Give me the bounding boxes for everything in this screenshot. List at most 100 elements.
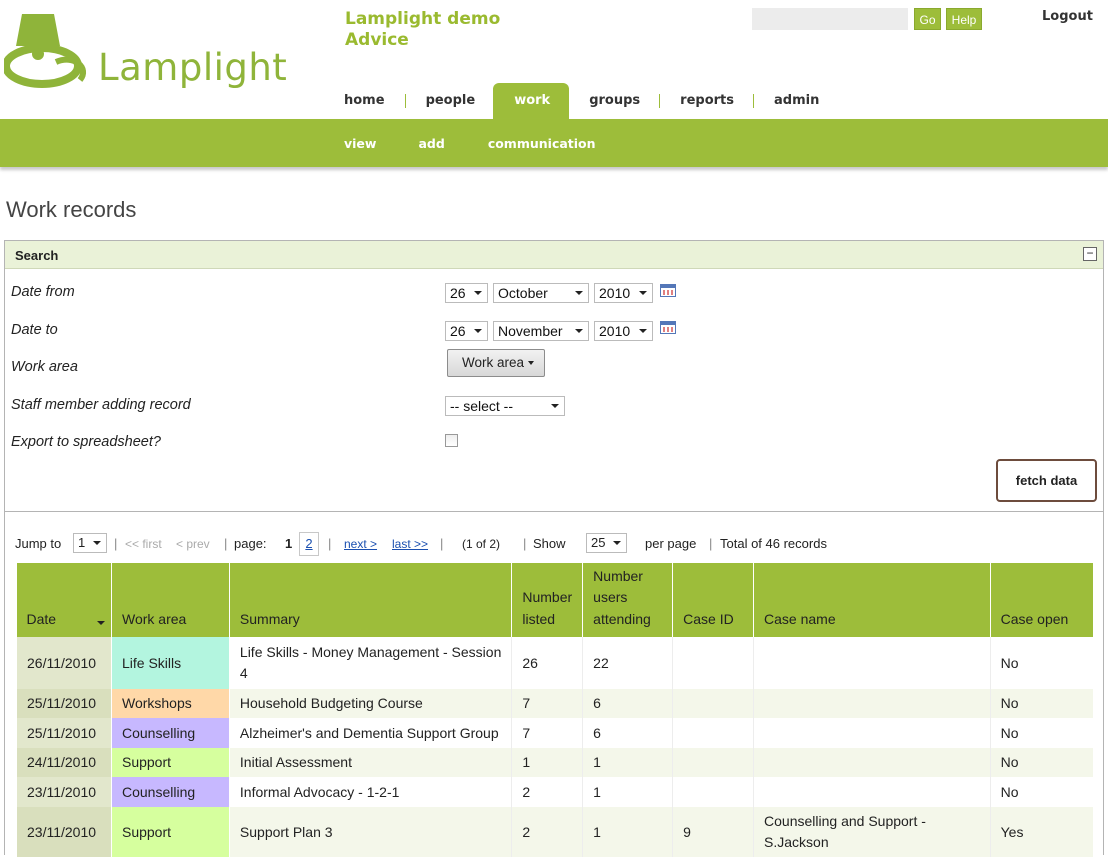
cell-number-attending: 1	[582, 807, 673, 857]
date-to-day-select[interactable]: 26	[445, 321, 488, 341]
table-row[interactable]: 25/11/2010 Counselling Alzheimer's and D…	[16, 718, 1093, 748]
date-from-day-select[interactable]: 26	[445, 283, 488, 303]
page-title: Work records	[6, 197, 137, 222]
cell-work-area: Life Skills	[110, 637, 230, 689]
cell-number-attending: 6	[582, 718, 673, 748]
date-from-year-value: 2010	[599, 285, 631, 301]
cell-case-name	[753, 637, 991, 689]
per-page-select[interactable]: 25	[586, 533, 627, 553]
lamplight-logo[interactable]: Lamplight	[4, 6, 287, 90]
work-area-dropdown-button[interactable]: Work area	[447, 349, 545, 377]
separator: |	[709, 536, 713, 551]
chevron-down-icon	[575, 291, 583, 295]
separator: |	[523, 536, 527, 551]
cell-case-id	[672, 689, 754, 718]
jump-to-value: 1	[78, 535, 86, 550]
cell-case-id	[672, 748, 754, 777]
calendar-icon[interactable]	[660, 321, 676, 334]
tab-work[interactable]: work	[493, 83, 570, 119]
cell-number-attending: 1	[582, 748, 673, 777]
tab-admin[interactable]: admin	[754, 83, 839, 119]
subnav-view[interactable]: view	[344, 136, 376, 151]
calendar-icon[interactable]	[660, 284, 676, 297]
page-position: (1 of 2)	[462, 537, 501, 551]
go-button[interactable]: Go	[914, 8, 941, 30]
help-button[interactable]: Help	[946, 8, 982, 30]
fetch-data-button[interactable]: fetch data	[996, 459, 1097, 502]
show-label: Show	[533, 536, 566, 551]
cell-number-listed: 7	[511, 718, 583, 748]
page-2-link[interactable]: 2	[299, 532, 319, 556]
cell-case-open: No	[989, 748, 1093, 777]
table-row[interactable]: 26/11/2010 Life Skills Life Skills - Mon…	[16, 637, 1093, 689]
cell-number-attending: 22	[582, 637, 673, 689]
date-from-month-select[interactable]: October	[493, 283, 589, 303]
tab-people[interactable]: people	[406, 83, 496, 119]
column-header-case-id[interactable]: Case ID	[672, 563, 754, 637]
column-header-work-area[interactable]: Work area	[110, 563, 230, 637]
jump-to-label: Jump to	[15, 536, 62, 551]
date-from-year-select[interactable]: 2010	[594, 283, 653, 303]
cell-case-name	[753, 718, 991, 748]
total-records: Total of 46 records	[720, 536, 827, 551]
cell-case-open: No	[989, 718, 1093, 748]
table-row[interactable]: 24/11/2010 Support Initial Assessment 1 …	[16, 748, 1093, 777]
cell-number-listed: 1	[511, 748, 583, 777]
column-header-label: Date	[26, 610, 57, 627]
chevron-down-icon	[639, 329, 647, 333]
date-to-year-value: 2010	[599, 323, 631, 339]
search-panel: Search − Date from 26 October 2010 Date …	[4, 240, 1104, 512]
per-page-value: 25	[591, 535, 606, 550]
sub-navigation-bar: view add communication	[0, 119, 1108, 167]
first-page-link[interactable]: << first	[125, 537, 162, 551]
subnav-add[interactable]: add	[418, 136, 444, 151]
cell-summary: Life Skills - Money Management - Session…	[228, 637, 512, 689]
tab-groups[interactable]: groups	[569, 83, 661, 119]
cell-summary: Initial Assessment	[228, 748, 512, 777]
column-header-date[interactable]: Date	[16, 563, 112, 637]
cell-case-name: Counselling and Support - S.Jackson	[753, 807, 991, 857]
chevron-down-icon	[639, 291, 647, 295]
table-header-row: Date Work area Summary Number listed Num…	[16, 563, 1093, 637]
global-search-input[interactable]	[752, 8, 908, 30]
caret-down-icon	[528, 361, 534, 365]
work-area-button-label: Work area	[462, 355, 525, 370]
table-row[interactable]: 25/11/2010 Workshops Household Budgeting…	[16, 689, 1093, 718]
cell-case-name	[753, 689, 991, 718]
last-page-link[interactable]: last >>	[392, 537, 428, 551]
table-row[interactable]: 23/11/2010 Counselling Informal Advocacy…	[16, 777, 1093, 807]
subnav-communication[interactable]: communication	[488, 136, 596, 151]
per-page-label: per page	[645, 536, 697, 551]
column-header-case-open[interactable]: Case open	[989, 563, 1093, 637]
staff-member-select[interactable]: -- select --	[445, 396, 565, 416]
cell-date: 23/11/2010	[16, 777, 112, 807]
separator: |	[224, 536, 228, 551]
cell-date: 25/11/2010	[16, 689, 112, 718]
pagination-bar: Jump to 1 | << first < prev | page: 1 2 …	[15, 532, 1095, 556]
search-panel-title: Search	[15, 248, 59, 263]
prev-page-link[interactable]: < prev	[176, 537, 210, 551]
export-spreadsheet-checkbox[interactable]	[445, 434, 458, 447]
column-header-summary[interactable]: Summary	[228, 563, 512, 637]
cell-case-id: 9	[672, 807, 754, 857]
column-header-case-name[interactable]: Case name	[753, 563, 991, 637]
next-page-link[interactable]: next >	[344, 537, 377, 551]
cell-case-open: No	[989, 689, 1093, 718]
search-panel-header[interactable]: Search −	[5, 241, 1103, 269]
table-row[interactable]: 23/11/2010 Support Support Plan 3 2 1 9 …	[16, 807, 1093, 857]
tab-home[interactable]: home	[333, 83, 406, 119]
chevron-down-icon	[575, 329, 583, 333]
date-to-day-value: 26	[450, 323, 466, 339]
cell-number-attending: 1	[582, 777, 673, 807]
cell-work-area: Counselling	[110, 718, 230, 748]
tab-reports[interactable]: reports	[660, 83, 754, 119]
date-to-month-select[interactable]: November	[493, 321, 589, 341]
minus-icon[interactable]: −	[1083, 247, 1097, 261]
logo-wordmark: Lamplight	[98, 46, 288, 89]
column-header-number-listed[interactable]: Number listed	[511, 563, 583, 637]
cell-work-area: Support	[110, 807, 230, 857]
jump-to-select[interactable]: 1	[73, 533, 107, 553]
date-to-year-select[interactable]: 2010	[594, 321, 653, 341]
logout-link[interactable]: Logout	[1042, 9, 1093, 24]
column-header-number-attending[interactable]: Number users attending	[582, 563, 673, 637]
